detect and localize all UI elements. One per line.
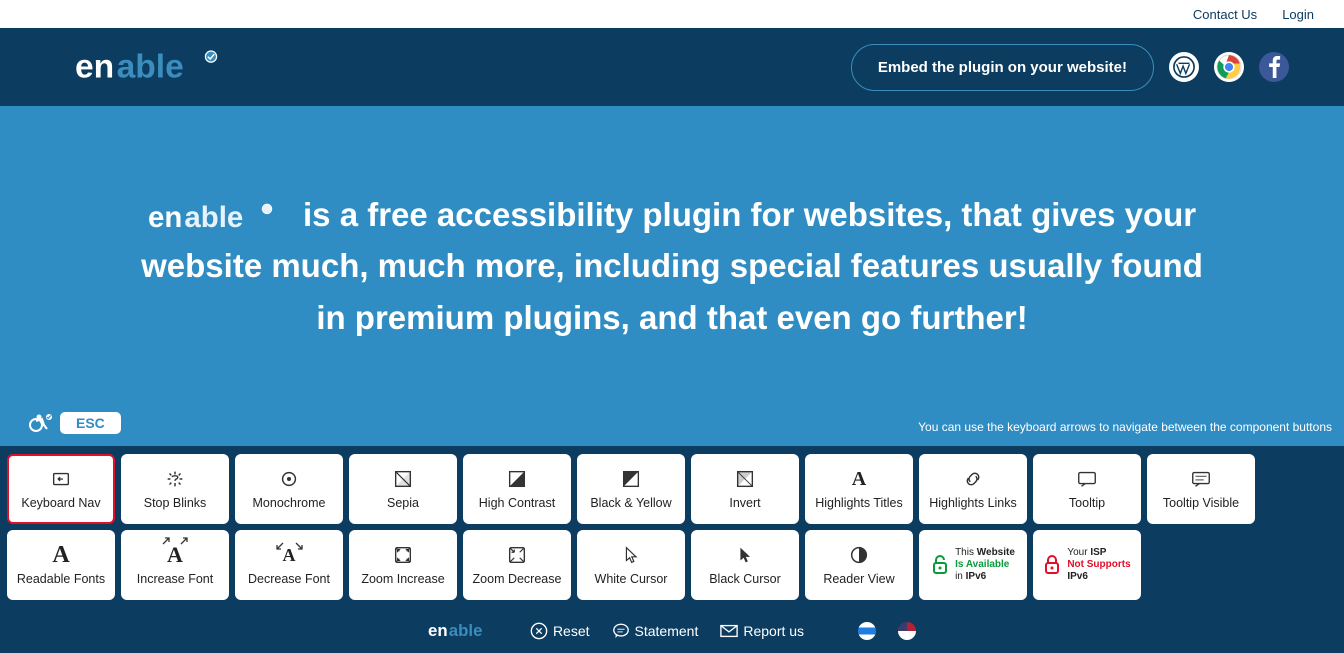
tile-label: Highlights Links [929, 496, 1017, 510]
tile-label: Zoom Increase [361, 572, 444, 586]
tile-label: Zoom Decrease [473, 572, 562, 586]
toolbar-footer: en able Reset Statement Report us [0, 608, 1344, 653]
keyboard-nav-icon [50, 468, 72, 490]
esc-area: ESC [28, 412, 121, 434]
svg-text:en: en [428, 621, 448, 640]
wordpress-icon[interactable] [1169, 52, 1199, 82]
tile-black-yellow[interactable]: Black & Yellow [577, 454, 685, 524]
tile-invert[interactable]: Invert [691, 454, 799, 524]
tile-label: Reader View [823, 572, 894, 586]
speech-icon [612, 622, 630, 640]
tile-tooltip-visible[interactable]: Tooltip Visible [1147, 454, 1255, 524]
toolbar-row-1: Keyboard Nav Stop Blinks Monochrome Sepia Hi… [7, 454, 1337, 524]
svg-text:en: en [75, 48, 114, 85]
highlights-titles-icon: A [852, 468, 866, 490]
tile-label: Highlights Titles [815, 496, 903, 510]
white-cursor-icon [620, 544, 642, 566]
tile-monochrome[interactable]: Monochrome [235, 454, 343, 524]
hero: en able is a free accessibility plugin f… [0, 106, 1344, 446]
tile-label: Keyboard Nav [21, 496, 100, 510]
statement-button[interactable]: Statement [612, 622, 699, 640]
tile-zoom-decrease[interactable]: Zoom Decrease [463, 530, 571, 600]
reader-view-icon [848, 544, 870, 566]
top-nav: Contact Us Login [0, 0, 1344, 28]
tile-white-cursor[interactable]: White Cursor [577, 530, 685, 600]
ipv6-text: This WebsiteIs Availablein IPv6 [955, 547, 1015, 583]
invert-icon [734, 468, 756, 490]
sepia-icon [392, 468, 414, 490]
tile-high-contrast[interactable]: High Contrast [463, 454, 571, 524]
tile-zoom-increase[interactable]: Zoom Increase [349, 530, 457, 600]
tile-label: Black Cursor [709, 572, 781, 586]
tile-label: Readable Fonts [17, 572, 105, 586]
svg-text:able: able [117, 48, 184, 85]
facebook-icon[interactable] [1259, 52, 1289, 82]
tile-label: Tooltip Visible [1163, 496, 1239, 510]
zoom-increase-icon [392, 544, 414, 566]
tile-label: Sepia [387, 496, 419, 510]
tile-increase-font[interactable]: A Increase Font [121, 530, 229, 600]
tooltip-icon [1076, 468, 1098, 490]
tile-label: High Contrast [479, 496, 555, 510]
ipv6-text: Your ISPNot SupportsIPv6 [1067, 547, 1130, 583]
svg-text:en: en [148, 201, 182, 234]
zoom-decrease-icon [506, 544, 528, 566]
tile-highlights-links[interactable]: Highlights Links [919, 454, 1027, 524]
hero-tagline: en able is a free accessibility plugin f… [122, 189, 1222, 342]
increase-font-icon: A [167, 544, 183, 566]
accessibility-toolbar: Keyboard Nav Stop Blinks Monochrome Sepia Hi… [0, 446, 1344, 608]
logo[interactable]: en able [75, 47, 235, 87]
tile-black-cursor[interactable]: Black Cursor [691, 530, 799, 600]
readable-fonts-icon: A [52, 544, 69, 566]
svg-text:able: able [449, 621, 483, 640]
tooltip-visible-icon [1190, 468, 1212, 490]
contact-link[interactable]: Contact Us [1193, 7, 1257, 22]
tile-reader-view[interactable]: Reader View [805, 530, 913, 600]
tile-label: Stop Blinks [144, 496, 207, 510]
close-circle-icon [530, 622, 548, 640]
tile-label: White Cursor [595, 572, 668, 586]
toolbar-row-2: A Readable Fonts A Increase Font A Decrease F… [7, 530, 1337, 600]
flag-israel[interactable] [858, 622, 876, 640]
stop-blinks-icon [164, 468, 186, 490]
flag-usa[interactable] [898, 622, 916, 640]
keyboard-hint: You can use the keyboard arrows to navig… [918, 420, 1332, 434]
chrome-icon[interactable] [1214, 52, 1244, 82]
tile-highlights-titles[interactable]: A Highlights Titles [805, 454, 913, 524]
black-yellow-icon [620, 468, 642, 490]
tile-label: Decrease Font [248, 572, 330, 586]
tile-tooltip[interactable]: Tooltip [1033, 454, 1141, 524]
high-contrast-icon [506, 468, 528, 490]
accessibility-icon [28, 413, 52, 433]
tile-sepia[interactable]: Sepia [349, 454, 457, 524]
login-link[interactable]: Login [1282, 7, 1314, 22]
tile-label: Invert [729, 496, 760, 510]
tile-label: Increase Font [137, 572, 213, 586]
embed-plugin-button[interactable]: Embed the plugin on your website! [851, 44, 1154, 91]
tile-readable-fonts[interactable]: A Readable Fonts [7, 530, 115, 600]
tile-label: Black & Yellow [590, 496, 671, 510]
lock-closed-icon [1043, 554, 1061, 576]
tile-ipv6-available[interactable]: This WebsiteIs Availablein IPv6 [919, 530, 1027, 600]
highlights-links-icon [962, 468, 984, 490]
tile-ipv6-unavailable[interactable]: Your ISPNot SupportsIPv6 [1033, 530, 1141, 600]
tile-label: Monochrome [253, 496, 326, 510]
svg-text:able: able [184, 201, 243, 234]
mail-icon [720, 624, 738, 638]
reset-button[interactable]: Reset [530, 622, 590, 640]
tile-stop-blinks[interactable]: Stop Blinks [121, 454, 229, 524]
monochrome-icon [278, 468, 300, 490]
report-button[interactable]: Report us [720, 623, 804, 639]
footer-logo[interactable]: en able [428, 621, 508, 641]
tile-decrease-font[interactable]: A Decrease Font [235, 530, 343, 600]
tile-label: Tooltip [1069, 496, 1105, 510]
lock-open-icon [931, 554, 949, 576]
esc-button[interactable]: ESC [60, 412, 121, 434]
decrease-font-icon: A [283, 544, 296, 566]
header: en able Embed the plugin on your website… [0, 28, 1344, 106]
header-right: Embed the plugin on your website! [851, 44, 1289, 91]
tile-keyboard-nav[interactable]: Keyboard Nav [7, 454, 115, 524]
black-cursor-icon [734, 544, 756, 566]
